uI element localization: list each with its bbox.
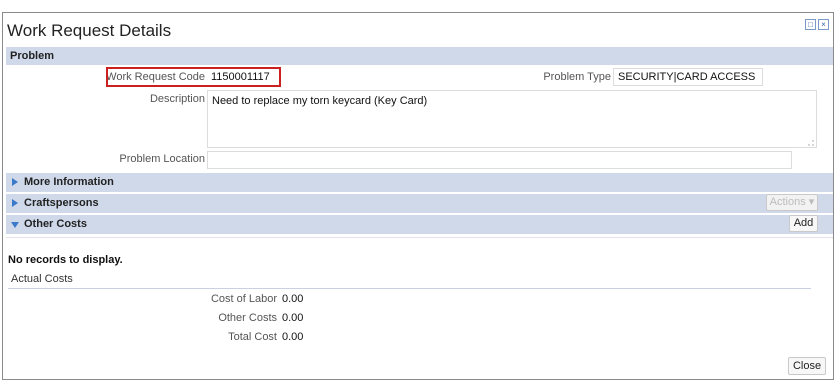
total-cost-value: 0.00 bbox=[282, 331, 304, 343]
other-costs-total-label: Other Costs bbox=[218, 312, 277, 324]
problem-section-header: Problem bbox=[6, 47, 833, 65]
total-cost-label: Total Cost bbox=[228, 331, 277, 343]
dialog-title: Work Request Details bbox=[7, 21, 172, 40]
craftspersons-label: Craftspersons bbox=[24, 197, 99, 209]
problem-location-field[interactable] bbox=[207, 151, 792, 169]
other-costs-label: Other Costs bbox=[24, 218, 87, 230]
grid-divider bbox=[6, 237, 833, 238]
craftspersons-header[interactable]: Craftspersons bbox=[6, 194, 833, 213]
cost-of-labor-label: Cost of Labor bbox=[210, 293, 277, 305]
problem-type-label: Problem Type bbox=[543, 71, 611, 83]
actual-costs-header: Actual Costs bbox=[11, 273, 73, 285]
collapse-triangle-icon bbox=[11, 222, 19, 228]
other-costs-total-value: 0.00 bbox=[282, 312, 304, 324]
dialog-titlebar: Work Request Details □ × bbox=[3, 13, 833, 47]
chevron-down-icon: ▾ bbox=[808, 196, 815, 208]
other-costs-header[interactable]: Other Costs bbox=[6, 215, 833, 234]
actions-button[interactable]: Actions ▾ bbox=[766, 194, 818, 211]
actions-label: Actions bbox=[769, 196, 806, 208]
description-textarea[interactable]: Need to replace my torn keycard (Key Car… bbox=[207, 90, 817, 148]
more-information-header[interactable]: More Information bbox=[6, 173, 833, 192]
expand-triangle-icon bbox=[12, 178, 18, 186]
empty-grid-message: No records to display. bbox=[8, 254, 123, 266]
actual-costs-divider bbox=[8, 288, 811, 289]
close-button[interactable]: Close bbox=[788, 357, 826, 375]
problem-type-field[interactable]: SECURITY|CARD ACCESS bbox=[613, 68, 763, 86]
work-request-code-highlight bbox=[106, 67, 281, 87]
cost-of-labor-value: 0.00 bbox=[282, 293, 304, 305]
expand-triangle-icon bbox=[12, 199, 18, 207]
more-information-label: More Information bbox=[24, 176, 114, 188]
work-request-dialog: Work Request Details □ × Problem Work Re… bbox=[2, 12, 834, 380]
add-button[interactable]: Add bbox=[789, 215, 818, 232]
problem-location-label: Problem Location bbox=[119, 153, 205, 165]
resize-grip-icon[interactable] bbox=[808, 140, 814, 146]
window-controls: □ × bbox=[805, 19, 829, 30]
close-icon[interactable]: × bbox=[818, 19, 829, 30]
description-label: Description bbox=[149, 93, 205, 105]
maximize-icon[interactable]: □ bbox=[805, 19, 816, 30]
